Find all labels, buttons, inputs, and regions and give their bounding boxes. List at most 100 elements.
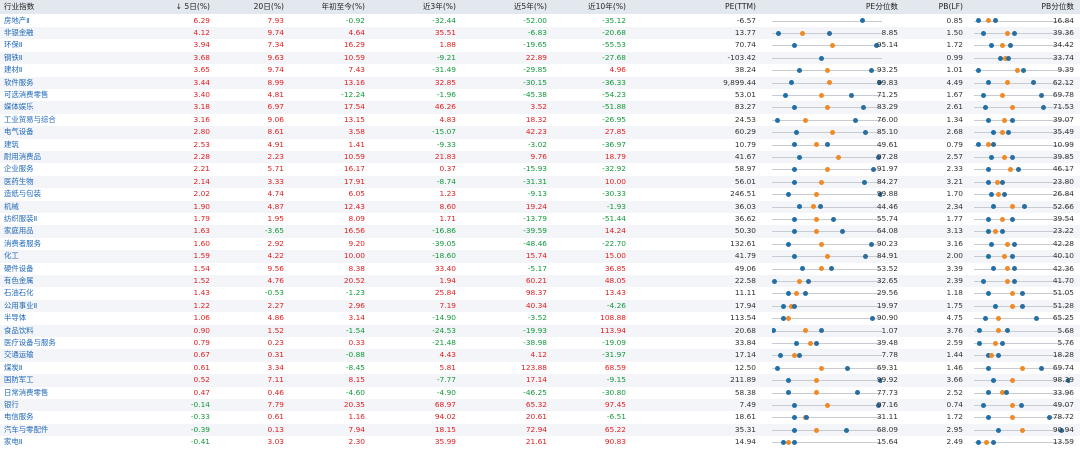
table-row[interactable]: 食品饮料 0.90 1.52 -1.54 -24.53 -19.93 113.94 20.68… [0, 324, 1080, 337]
return-y5-cell: 65.32 [525, 400, 547, 409]
table-row[interactable]: 日常消费零售 0.47 0.46 -4.60 -4.90 -46.25 -30.80 58.3… [0, 387, 1080, 399]
industry-name-link[interactable]: 半导体 [4, 312, 124, 324]
table-row[interactable]: 半导体 1.06 4.86 3.14 -14.90 -3.52 108.88 113.54 90… [0, 312, 1080, 324]
table-row[interactable]: 造纸与包装 2.02 4.74 6.05 1.23 -9.13 -30.33 246.51 99… [0, 188, 1080, 200]
industry-name-link[interactable]: 国防军工 [4, 374, 124, 386]
table-row[interactable]: 媒体娱乐 3.18 6.97 17.54 46.26 3.52 -51.88 83.27 83.… [0, 101, 1080, 114]
industry-name-link[interactable]: 煤炭Ⅱ [4, 362, 124, 374]
percentile-marker [775, 117, 780, 123]
industry-name-link[interactable]: 公用事业Ⅱ [4, 300, 124, 312]
industry-name-link[interactable]: 企业服务 [4, 163, 124, 175]
col-20d-return-header[interactable]: 20日(%) [220, 0, 284, 14]
pe-percentile-cell: 99.92 [876, 375, 898, 385]
return-y10-cell: -9.15 [606, 375, 626, 385]
percentile-marker [776, 30, 782, 36]
table-row[interactable]: 建材Ⅱ 3.65 9.74 7.43 -31.49 -29.85 4.96 38.24 93.2… [0, 64, 1080, 76]
industry-name-link[interactable]: 硬件设备 [4, 263, 124, 275]
table-row[interactable]: 纺织服装Ⅱ 1.79 1.95 8.09 1.71 -13.79 -51.44 36.62 55… [0, 213, 1080, 225]
pb-lf-cell: 1.44 [946, 350, 963, 360]
col-3y-return-header[interactable]: 近3年(%) [390, 0, 456, 14]
table-row[interactable]: 软件服务 3.44 8.99 13.16 32.85 -30.15 -36.33 9,899.… [0, 76, 1080, 89]
industry-name-link[interactable]: 电气设备 [4, 126, 124, 138]
industry-name-link[interactable]: 环保Ⅱ [4, 39, 124, 51]
table-row[interactable]: 医疗设备与服务 0.79 0.23 0.33 -21.48 -38.98 -19.09 33.… [0, 337, 1080, 349]
industry-name-link[interactable]: 银行 [4, 399, 124, 411]
table-row[interactable]: 钢铁Ⅱ 3.68 9.63 10.59 -9.21 22.89 -27.68 -103.42 0… [0, 51, 1080, 65]
industry-name-link[interactable]: 石油石化 [4, 287, 124, 299]
col-industry-header[interactable]: 行业指数 [4, 0, 124, 14]
industry-name-link[interactable]: 有色金属 [4, 275, 124, 287]
industry-name-link[interactable]: 消费者服务 [4, 238, 124, 250]
industry-name-link[interactable]: 耐用消费品 [4, 151, 124, 163]
industry-name-link[interactable]: 家庭用品 [4, 225, 124, 237]
col-pe-percentile-header[interactable]: PE分位数 [828, 0, 898, 14]
table-row[interactable]: 房地产Ⅱ 6.29 7.93 -0.92 -32.44 -52.00 -35.12 -6.57… [0, 15, 1080, 27]
return-y5-cell: 18.32 [525, 114, 547, 124]
percentile-marker [830, 43, 835, 49]
industry-name-link[interactable]: 可选消费零售 [4, 89, 124, 101]
percentile-marker [976, 67, 982, 73]
industry-name-link[interactable]: 汽车与零配件 [4, 424, 124, 436]
return-ytd-cell: 16.56 [343, 226, 365, 236]
table-row[interactable]: 煤炭Ⅱ 0.61 3.34 -8.45 5.81 123.88 68.59 12.50 69.3… [0, 362, 1080, 374]
industry-name-link[interactable]: 建筑 [4, 139, 124, 151]
table-row[interactable]: 电气设备 2.80 8.61 3.58 -15.07 42.23 27.85 60.29 85.… [0, 126, 1080, 139]
table-row[interactable]: 建筑 2.53 4.91 1.41 -9.33 -3.02 -36.97 10.79 49.61… [0, 139, 1080, 151]
industry-name-link[interactable]: 电信服务 [4, 411, 124, 423]
industry-name-link[interactable]: 建材Ⅱ [4, 64, 124, 76]
table-row[interactable]: 有色金属 1.52 4.76 20.52 1.94 60.21 48.05 22.58 32.6… [0, 275, 1080, 288]
return-y10-cell: -31.97 [602, 350, 626, 360]
table-row[interactable]: 公用事业Ⅱ 1.22 2.27 2.96 7.19 40.34 -4.26 17.94 19.9… [0, 299, 1080, 313]
table-row[interactable]: 硬件设备 1.54 9.56 8.38 33.40 -5.17 36.85 49.06 53.5… [0, 263, 1080, 275]
table-row[interactable]: 石油石化 1.43 -0.53 -1.23 25.84 98.37 13.43 11.11 29… [0, 287, 1080, 299]
industry-name-link[interactable]: 造纸与包装 [4, 188, 124, 200]
table-row[interactable]: 企业服务 2.21 5.71 16.17 0.37 -15.93 -32.92 58.97 91… [0, 163, 1080, 175]
table-row[interactable]: 银行 -0.14 7.79 20.35 68.97 65.32 97.45 7.49 97.16… [0, 399, 1080, 412]
table-row[interactable]: 交通运输 0.67 0.31 -0.88 4.43 4.12 -31.97 17.14 7.78… [0, 349, 1080, 362]
industry-name-link[interactable]: 房地产Ⅱ [4, 15, 124, 27]
pe-percentile-cell: 95.14 [876, 40, 898, 50]
col-5d-return-header[interactable]: ↓ 5日(%) [160, 0, 210, 14]
industry-name-link[interactable]: 纺织服装Ⅱ [4, 213, 124, 225]
table-row[interactable]: 化工 1.59 4.22 10.00 -18.60 15.74 15.00 41.79 84.9… [0, 250, 1080, 263]
industry-name-link[interactable]: 交通运输 [4, 349, 124, 361]
industry-name-link[interactable]: 食品饮料 [4, 325, 124, 337]
industry-name-link[interactable]: 非银金融 [4, 27, 124, 39]
industry-name-link[interactable]: 医药生物 [4, 176, 124, 188]
return-r3-cell: 1.23 [439, 189, 456, 199]
table-row[interactable]: 家庭用品 1.63 -3.65 16.56 -16.86 -39.59 14.24 50.30… [0, 225, 1080, 238]
table-row[interactable]: 消费者服务 1.60 2.92 9.20 -39.05 -48.46 -22.70 132.6… [0, 238, 1080, 250]
industry-name-link[interactable]: 钢铁Ⅱ [4, 52, 124, 64]
col-pe-header[interactable]: PE(TTM) [690, 0, 756, 14]
industry-name-link[interactable]: 日常消费零售 [4, 387, 124, 399]
table-row[interactable]: 工业贸易与综合 3.16 9.06 13.15 4.83 18.32 -26.95 24.53… [0, 114, 1080, 126]
table-row[interactable]: 医药生物 2.14 3.33 17.91 -8.74 -31.31 10.00 56.01 84… [0, 175, 1080, 189]
table-row[interactable]: 电信服务 -0.33 0.61 1.16 94.02 20.61 -6.51 18.61 31.… [0, 411, 1080, 423]
table-row[interactable]: 环保Ⅱ 3.94 7.34 16.29 1.88 -19.65 -55.53 70.74 95.… [0, 39, 1080, 51]
return-r5-cell: 1.43 [193, 288, 210, 298]
industry-name-link[interactable]: 化工 [4, 250, 124, 262]
table-row[interactable]: 机械 1.90 4.87 12.43 8.60 19.24 -1.93 36.03 44.46 2… [0, 200, 1080, 213]
industry-name-link[interactable]: 软件服务 [4, 77, 124, 89]
industry-name-link[interactable]: 医疗设备与服务 [4, 337, 124, 349]
industry-name-link[interactable]: 机械 [4, 201, 124, 213]
col-pb-header[interactable]: PB(LF) [910, 0, 963, 14]
percentile-marker [1000, 43, 1006, 49]
col-5y-return-header[interactable]: 近5年(%) [480, 0, 547, 14]
table-row[interactable]: 家电Ⅱ -0.41 3.03 2.30 35.99 21.61 90.83 14.94 15.6… [0, 436, 1080, 448]
table-row[interactable]: 非银金融 4.12 9.74 4.64 35.51 -6.83 -20.68 13.77 8.8… [0, 27, 1080, 40]
col-10y-return-header[interactable]: 近10年(%) [560, 0, 626, 14]
table-row[interactable]: 国防军工 0.52 7.11 8.15 -7.77 17.14 -9.15 211.89 99.… [0, 374, 1080, 387]
percentile-marker [1009, 117, 1015, 123]
industry-name-link[interactable]: 媒体娱乐 [4, 101, 124, 113]
table-row[interactable]: 耐用消费品 2.28 2.23 10.59 21.83 9.76 18.79 41.67 97.… [0, 151, 1080, 164]
industry-name-link[interactable]: 家电Ⅱ [4, 436, 124, 448]
col-pb-percentile-header[interactable]: PB分位数 [1004, 0, 1074, 14]
table-row[interactable]: 可选消费零售 3.40 4.81 -12.24 -1.96 -45.38 -54.23 53.… [0, 89, 1080, 101]
industry-name-link[interactable]: 工业贸易与综合 [4, 114, 124, 126]
col-ytd-return-header[interactable]: 年初至今(%) [300, 0, 365, 14]
percentile-marker [803, 415, 809, 421]
table-row[interactable]: 汽车与零配件 -0.39 0.13 7.94 18.15 72.94 65.22 35.31 6… [0, 423, 1080, 437]
percentile-marker [813, 340, 819, 346]
percentile-marker [791, 229, 797, 235]
